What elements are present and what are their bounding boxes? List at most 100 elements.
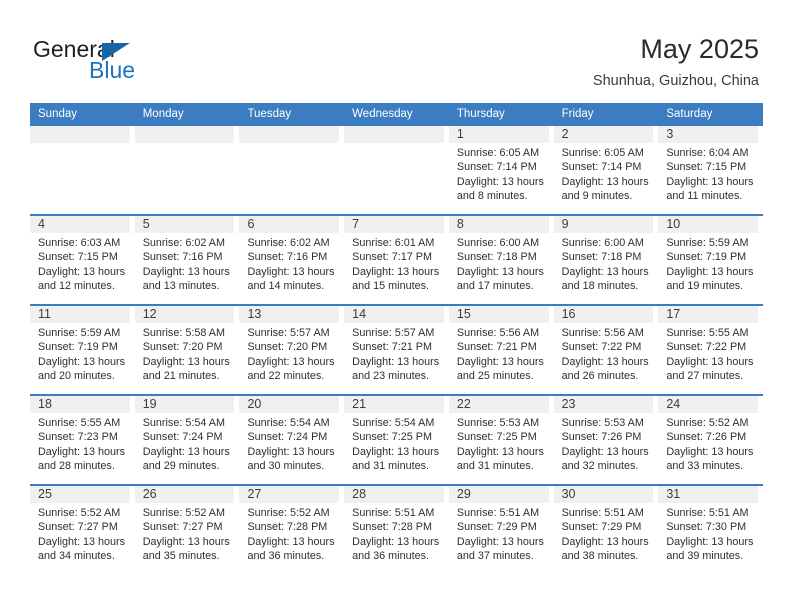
sunset-text: Sunset: 7:27 PM [142,521,223,534]
day-number: 10 [666,217,681,231]
day-cell-4[interactable]: 4 Sunrise: 6:03 AM Sunset: 7:15 PM Daylight… [30,216,135,304]
day-cell-18[interactable]: 18 Sunrise: 5:55 AM Sunset: 7:23 PM Dayligh… [30,396,135,484]
day-cell-20[interactable]: 20 Sunrise: 5:54 AM Sunset: 7:24 PM Dayligh… [239,396,344,484]
day-details: Sunrise: 5:51 AM Sunset: 7:29 PM Daylight:… [554,503,654,563]
daylight-text: Daylight: 13 hours [666,265,754,278]
day-number-band: 20 [239,396,340,413]
day-number: 3 [666,127,674,141]
day-cell-22[interactable]: 22 Sunrise: 5:53 AM Sunset: 7:25 PM Dayligh… [448,396,554,484]
daylight-text: Daylight: 13 hours [247,355,335,368]
day-number: 7 [352,217,360,231]
sunset-text: Sunset: 7:22 PM [561,341,642,354]
daylight-text-cont: and 32 minutes. [561,459,639,472]
sunrise-text: Sunrise: 5:55 AM [666,327,749,339]
sunrise-text: Sunrise: 5:54 AM [352,417,435,429]
day-cell-31[interactable]: 31 Sunrise: 5:51 AM Sunset: 7:30 PM Dayligh… [658,486,763,574]
weekday-header-saturday: Saturday [666,108,713,120]
day-cell-23[interactable]: 23 Sunrise: 5:53 AM Sunset: 7:26 PM Dayligh… [553,396,659,484]
sunrise-text: Sunrise: 5:53 AM [456,417,540,429]
day-number-band: 28 [344,486,444,503]
calendar-week-row: 18 Sunrise: 5:55 AM Sunset: 7:23 PM Dayligh… [30,394,763,484]
daylight-text-cont: and 9 minutes. [561,189,633,202]
day-cell-11[interactable]: 11 Sunrise: 5:59 AM Sunset: 7:19 PM Dayligh… [30,306,135,394]
day-cell-1[interactable]: 1 Sunrise: 6:05 AM Sunset: 7:14 PM Daylight… [448,126,554,214]
calendar-page: General Blue May 2025 Shunhua, Guizhou, … [0,0,792,612]
weekday-header-tuesday: Tuesday [247,108,292,120]
daylight-text-cont: and 27 minutes. [666,369,744,382]
day-cell-27[interactable]: 27 Sunrise: 5:52 AM Sunset: 7:28 PM Dayligh… [239,486,344,574]
day-cell-5[interactable]: 5 Sunrise: 6:02 AM Sunset: 7:16 PM Daylight… [134,216,240,304]
day-number: 26 [142,487,157,501]
day-cell-2[interactable]: 2 Sunrise: 6:05 AM Sunset: 7:14 PM Daylight… [553,126,659,214]
day-number-band: 4 [30,216,130,233]
day-cell-3[interactable]: 3 Sunrise: 6:04 AM Sunset: 7:15 PM Daylight… [658,126,763,214]
day-cell-9[interactable]: 9 Sunrise: 6:00 AM Sunset: 7:18 PM Daylight… [553,216,659,304]
day-cell-15[interactable]: 15 Sunrise: 5:56 AM Sunset: 7:21 PM Dayligh… [448,306,554,394]
daylight-text-cont: and 36 minutes. [352,549,429,562]
day-cell-14[interactable]: 14 Sunrise: 5:57 AM Sunset: 7:21 PM Dayligh… [344,306,449,394]
day-number-band: 23 [553,396,654,413]
day-details: Sunrise: 5:52 AM Sunset: 7:28 PM Daylight:… [239,503,339,563]
daylight-text: Daylight: 13 hours [456,535,544,548]
sunrise-text: Sunrise: 6:00 AM [561,237,644,249]
day-cell-12[interactable]: 12 Sunrise: 5:58 AM Sunset: 7:20 PM Dayligh… [134,306,240,394]
day-cell-28[interactable]: 28 Sunrise: 5:51 AM Sunset: 7:28 PM Dayligh… [344,486,449,574]
day-cell-25[interactable]: 25 Sunrise: 5:52 AM Sunset: 7:27 PM Dayligh… [30,486,135,574]
calendar-week-row: 4 Sunrise: 6:03 AM Sunset: 7:15 PM Daylight… [30,214,763,304]
day-details: Sunrise: 6:04 AM Sunset: 7:15 PM Daylight:… [658,143,758,203]
daylight-text-cont: and 26 minutes. [561,369,639,382]
day-cell-17[interactable]: 17 Sunrise: 5:55 AM Sunset: 7:22 PM Dayligh… [658,306,763,394]
day-number: 17 [666,307,681,321]
daylight-text-cont: and 11 minutes. [666,189,743,202]
day-cell-10[interactable]: 10 Sunrise: 5:59 AM Sunset: 7:19 PM Dayligh… [658,216,763,304]
daylight-text: Daylight: 13 hours [352,445,440,458]
day-number-band: 3 [658,126,759,143]
day-details: Sunrise: 6:02 AM Sunset: 7:16 PM Daylight:… [135,233,235,293]
day-cell-8[interactable]: 8 Sunrise: 6:00 AM Sunset: 7:18 PM Daylight… [448,216,554,304]
sunset-text: Sunset: 7:30 PM [666,521,747,534]
day-details: Sunrise: 5:57 AM Sunset: 7:20 PM Daylight:… [239,323,339,383]
day-number-band: 6 [239,216,340,233]
day-cell-29[interactable]: 29 Sunrise: 5:51 AM Sunset: 7:29 PM Dayligh… [448,486,554,574]
daylight-text-cont: and 8 minutes. [456,189,528,202]
day-number: 23 [561,397,576,411]
daylight-text-cont: and 35 minutes. [142,549,220,562]
day-details [135,143,235,146]
day-number: 9 [561,217,569,231]
sunset-text: Sunset: 7:19 PM [666,251,747,264]
day-cell-16[interactable]: 16 Sunrise: 5:56 AM Sunset: 7:22 PM Dayligh… [553,306,659,394]
day-cell-26[interactable]: 26 Sunrise: 5:52 AM Sunset: 7:27 PM Dayligh… [134,486,240,574]
day-details: Sunrise: 5:51 AM Sunset: 7:28 PM Daylight:… [344,503,444,563]
general-blue-logo[interactable]: General Blue [33,36,233,84]
sunrise-text: Sunrise: 5:56 AM [561,327,644,339]
day-details: Sunrise: 5:57 AM Sunset: 7:21 PM Daylight:… [344,323,444,383]
daylight-text-cont: and 25 minutes. [456,369,534,382]
daylight-text-cont: and 12 minutes. [38,279,115,292]
sunrise-text: Sunrise: 5:51 AM [456,507,540,519]
sunset-text: Sunset: 7:22 PM [666,341,747,354]
sunset-text: Sunset: 7:21 PM [456,341,537,354]
sunset-text: Sunset: 7:15 PM [38,251,118,264]
daylight-text: Daylight: 13 hours [142,445,230,458]
day-cell-21[interactable]: 21 Sunrise: 5:54 AM Sunset: 7:25 PM Dayligh… [344,396,449,484]
day-number: 31 [666,487,681,501]
sunrise-text: Sunrise: 5:52 AM [247,507,330,519]
day-cell-6[interactable]: 6 Sunrise: 6:02 AM Sunset: 7:16 PM Daylight… [239,216,344,304]
sunset-text: Sunset: 7:19 PM [38,341,118,354]
page-subtitle-location: Shunhua, Guizhou, China [592,73,759,89]
daylight-text-cont: and 18 minutes. [561,279,639,292]
sunrise-text: Sunrise: 6:02 AM [247,237,330,249]
daylight-text: Daylight: 13 hours [561,265,649,278]
day-cell-7[interactable]: 7 Sunrise: 6:01 AM Sunset: 7:17 PM Daylight… [344,216,449,304]
day-number-band: 10 [658,216,759,233]
day-cell-19[interactable]: 19 Sunrise: 5:54 AM Sunset: 7:24 PM Dayligh… [134,396,240,484]
day-number: 11 [38,307,51,321]
sunrise-text: Sunrise: 5:51 AM [352,507,435,519]
day-cell-24[interactable]: 24 Sunrise: 5:52 AM Sunset: 7:26 PM Dayligh… [658,396,763,484]
day-number-band: 25 [30,486,130,503]
sunrise-text: Sunrise: 5:51 AM [666,507,749,519]
day-cell-13[interactable]: 13 Sunrise: 5:57 AM Sunset: 7:20 PM Dayligh… [239,306,344,394]
day-details: Sunrise: 5:56 AM Sunset: 7:22 PM Daylight:… [554,323,654,383]
day-cell-30[interactable]: 30 Sunrise: 5:51 AM Sunset: 7:29 PM Dayligh… [553,486,659,574]
logo-text-blue: Blue [89,57,136,83]
